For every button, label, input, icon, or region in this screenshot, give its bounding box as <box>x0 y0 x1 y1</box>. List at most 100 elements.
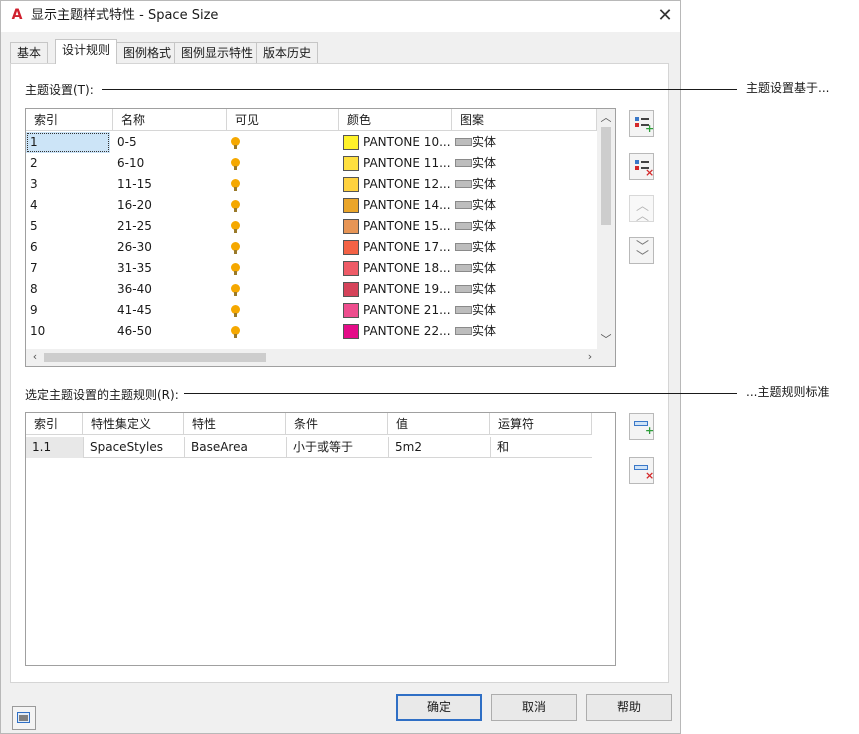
row-color-name[interactable]: PANTONE 17... <box>359 237 451 258</box>
tab-version-history[interactable]: 版本历史 <box>256 42 319 63</box>
add-setting-button[interactable]: + <box>629 110 654 137</box>
row-name[interactable]: 46-50 <box>113 321 227 342</box>
row-color-name[interactable]: PANTONE 22... <box>359 321 451 342</box>
scroll-down-arrow-icon[interactable]: ﹀ <box>599 333 613 347</box>
close-icon[interactable]: ✕ <box>653 5 677 27</box>
row-name[interactable]: 11-15 <box>113 174 227 195</box>
display-manager-button[interactable] <box>12 706 36 730</box>
col-pattern[interactable]: 图案 <box>452 109 597 131</box>
table-row[interactable]: 3 11-15 PANTONE 12... 实体 <box>26 174 597 195</box>
row-name[interactable]: 36-40 <box>113 279 227 300</box>
row-index[interactable]: 10 <box>26 321 110 342</box>
row-pattern[interactable]: 实体 <box>468 279 548 300</box>
col-index[interactable]: 索引 <box>26 413 83 435</box>
col-condition[interactable]: 条件 <box>286 413 388 435</box>
col-visible[interactable]: 可见 <box>227 109 339 131</box>
row-color-name[interactable]: PANTONE 11... <box>359 153 451 174</box>
vertical-scrollbar[interactable]: ︿ ﹀ <box>597 109 615 349</box>
table-row[interactable]: 5 21-25 PANTONE 15... 实体 <box>26 216 597 237</box>
row-color-name[interactable]: PANTONE 18... <box>359 258 451 279</box>
table-row[interactable]: 2 6-10 PANTONE 11... 实体 <box>26 153 597 174</box>
horizontal-scrollbar[interactable]: ‹ › <box>26 349 615 366</box>
row-pattern[interactable]: 实体 <box>468 258 548 279</box>
move-up-button[interactable]: ︿ ︿ <box>629 195 654 223</box>
row-index[interactable]: 5 <box>26 216 110 237</box>
col-value[interactable]: 值 <box>388 413 490 435</box>
rule-property-set[interactable]: SpaceStyles <box>83 437 184 458</box>
row-name[interactable]: 0-5 <box>113 132 227 153</box>
color-swatch[interactable] <box>343 324 359 339</box>
row-pattern[interactable]: 实体 <box>468 153 548 174</box>
title-bar[interactable]: A 显示主题样式特性 - Space Size ✕ <box>1 1 680 32</box>
theme-settings-grid[interactable]: 索引 名称 可见 颜色 图案 1 0-5 PANTONE 10... 实体 2 6-10 P… <box>25 108 616 367</box>
col-operator[interactable]: 运算符 <box>490 413 592 435</box>
scroll-left-arrow-icon[interactable]: ‹ <box>28 350 42 364</box>
color-swatch[interactable] <box>343 261 359 276</box>
row-pattern[interactable]: 实体 <box>468 174 548 195</box>
rule-index[interactable]: 1.1 <box>26 437 83 458</box>
row-index[interactable]: 1 <box>26 132 110 153</box>
row-pattern[interactable]: 实体 <box>468 321 548 342</box>
row-index[interactable]: 7 <box>26 258 110 279</box>
color-swatch[interactable] <box>343 219 359 234</box>
scrollbar-thumb[interactable] <box>601 127 611 225</box>
tab-legend-format[interactable]: 图例格式 <box>116 42 179 63</box>
color-swatch[interactable] <box>343 156 359 171</box>
table-row[interactable]: 9 41-45 PANTONE 21... 实体 <box>26 300 597 321</box>
row-color-name[interactable]: PANTONE 21... <box>359 300 451 321</box>
row-color-name[interactable]: PANTONE 10... <box>359 132 451 153</box>
row-color-name[interactable]: PANTONE 15... <box>359 216 451 237</box>
table-row[interactable]: 10 46-50 PANTONE 22... 实体 <box>26 321 597 342</box>
table-row[interactable]: 1 0-5 PANTONE 10... 实体 <box>26 132 597 153</box>
row-name[interactable]: 16-20 <box>113 195 227 216</box>
row-color-name[interactable]: PANTONE 14... <box>359 195 451 216</box>
col-color[interactable]: 颜色 <box>339 109 452 131</box>
row-name[interactable]: 31-35 <box>113 258 227 279</box>
table-row[interactable]: 1.1 SpaceStyles BaseArea 小于或等于 5m2 和 <box>26 437 592 458</box>
cancel-button[interactable]: 取消 <box>491 694 577 721</box>
table-row[interactable]: 7 31-35 PANTONE 18... 实体 <box>26 258 597 279</box>
theme-rules-grid[interactable]: 索引 特性集定义 特性 条件 值 运算符 1.1 SpaceStyles Bas… <box>25 412 616 666</box>
row-color-name[interactable]: PANTONE 12... <box>359 174 451 195</box>
color-swatch[interactable] <box>343 177 359 192</box>
tab-basic[interactable]: 基本 <box>10 42 49 63</box>
row-index[interactable]: 8 <box>26 279 110 300</box>
help-button[interactable]: 帮助 <box>586 694 672 721</box>
add-rule-button[interactable]: + <box>629 413 654 440</box>
table-row[interactable]: 6 26-30 PANTONE 17... 实体 <box>26 237 597 258</box>
remove-setting-button[interactable]: × <box>629 153 654 180</box>
color-swatch[interactable] <box>343 240 359 255</box>
row-pattern[interactable]: 实体 <box>468 132 548 153</box>
row-index[interactable]: 3 <box>26 174 110 195</box>
row-index[interactable]: 6 <box>26 237 110 258</box>
remove-rule-button[interactable]: × <box>629 457 654 484</box>
row-pattern[interactable]: 实体 <box>468 237 548 258</box>
move-down-button[interactable]: ﹀ ﹀ <box>629 237 654 264</box>
col-property-set[interactable]: 特性集定义 <box>83 413 184 435</box>
ok-button[interactable]: 确定 <box>396 694 482 721</box>
rule-value[interactable]: 5m2 <box>388 437 490 458</box>
color-swatch[interactable] <box>343 282 359 297</box>
row-index[interactable]: 4 <box>26 195 110 216</box>
row-name[interactable]: 6-10 <box>113 153 227 174</box>
scrollbar-thumb[interactable] <box>44 353 266 362</box>
color-swatch[interactable] <box>343 303 359 318</box>
scroll-up-arrow-icon[interactable]: ︿ <box>599 111 613 125</box>
tab-design-rules[interactable]: 设计规则 <box>55 39 118 64</box>
row-pattern[interactable]: 实体 <box>468 195 548 216</box>
col-index[interactable]: 索引 <box>26 109 113 131</box>
row-name[interactable]: 41-45 <box>113 300 227 321</box>
rule-property[interactable]: BaseArea <box>184 437 286 458</box>
row-name[interactable]: 21-25 <box>113 216 227 237</box>
tab-legend-display-props[interactable]: 图例显示特性 <box>174 42 261 63</box>
row-name[interactable]: 26-30 <box>113 237 227 258</box>
row-index[interactable]: 9 <box>26 300 110 321</box>
col-name[interactable]: 名称 <box>113 109 227 131</box>
color-swatch[interactable] <box>343 135 359 150</box>
rule-condition[interactable]: 小于或等于 <box>286 437 388 458</box>
scroll-right-arrow-icon[interactable]: › <box>583 350 597 364</box>
row-index[interactable]: 2 <box>26 153 110 174</box>
row-color-name[interactable]: PANTONE 19... <box>359 279 451 300</box>
table-row[interactable]: 8 36-40 PANTONE 19... 实体 <box>26 279 597 300</box>
table-row[interactable]: 4 16-20 PANTONE 14... 实体 <box>26 195 597 216</box>
